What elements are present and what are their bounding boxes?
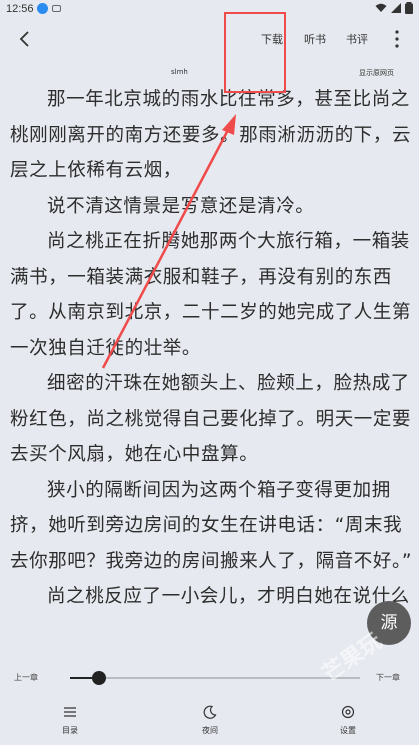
menu-icon xyxy=(64,707,76,717)
progress-track[interactable] xyxy=(70,671,360,685)
paragraph: 那一年北京城的雨水比往常多，甚至比尚之桃刚刚离开的南方还要多。那雨淅沥沥的下，云… xyxy=(10,89,412,181)
chapter-title: slmh xyxy=(171,68,188,76)
status-bar: 12:56 xyxy=(0,0,419,18)
nav-night-mode[interactable]: 夜间 xyxy=(180,703,240,736)
paragraph: 狭小的隔断间因为这两个箱子变得更加拥挤，她听到旁边房间的女生在讲电话：“周末我去… xyxy=(10,479,413,572)
more-options-icon[interactable] xyxy=(390,28,404,50)
reader-top-bar: 下载 听书 书评 xyxy=(0,18,419,58)
signal-icon xyxy=(391,3,401,13)
reading-content: 那一年北京城的雨水比往常多，甚至比尚之桃刚刚离开的南方还要多。那雨淅沥沥的下，云… xyxy=(10,82,414,615)
paragraph: 细密的汗珠在她额头上、脸颊上，脸热成了粉红色，尚之桃觉得自己要化掉了。明天一定要… xyxy=(10,373,412,465)
prev-chapter-button[interactable]: 上一章 xyxy=(14,672,38,683)
nav-night-label: 夜间 xyxy=(202,726,218,735)
back-arrow-icon[interactable] xyxy=(14,28,36,50)
status-time: 12:56 xyxy=(6,3,34,15)
moon-icon xyxy=(203,705,217,719)
nav-toc[interactable]: 目录 xyxy=(40,703,100,736)
bottom-nav: 目录 夜间 设置 xyxy=(0,703,419,745)
nav-settings-label: 设置 xyxy=(340,726,356,735)
nav-toc-label: 目录 xyxy=(62,726,78,735)
progress-thumb[interactable] xyxy=(92,671,106,685)
notification-icon xyxy=(37,3,48,14)
status-right-icons xyxy=(375,2,413,14)
nav-settings[interactable]: 设置 xyxy=(318,703,378,736)
gear-icon xyxy=(341,705,355,719)
battery-icon xyxy=(405,2,413,14)
wifi-icon xyxy=(375,3,387,12)
paragraph: 尚之桃反应了一小会儿，才明白她在说什么 xyxy=(47,586,410,607)
paragraph: 尚之桃正在折腾她那两个大旅行箱，一箱装满书，一箱装满衣服和鞋子，再没有别的东西了… xyxy=(10,231,412,359)
show-source-page-link[interactable]: 显示原网页 xyxy=(359,68,394,78)
annotation-highlight-box xyxy=(224,12,286,93)
tab-reviews[interactable]: 书评 xyxy=(346,31,368,47)
paragraph: 说不清这情景是写意还是清冷。 xyxy=(47,195,315,217)
app-notification-icon xyxy=(52,5,61,12)
next-chapter-button[interactable]: 下一章 xyxy=(376,672,400,683)
tab-listen[interactable]: 听书 xyxy=(304,31,326,47)
